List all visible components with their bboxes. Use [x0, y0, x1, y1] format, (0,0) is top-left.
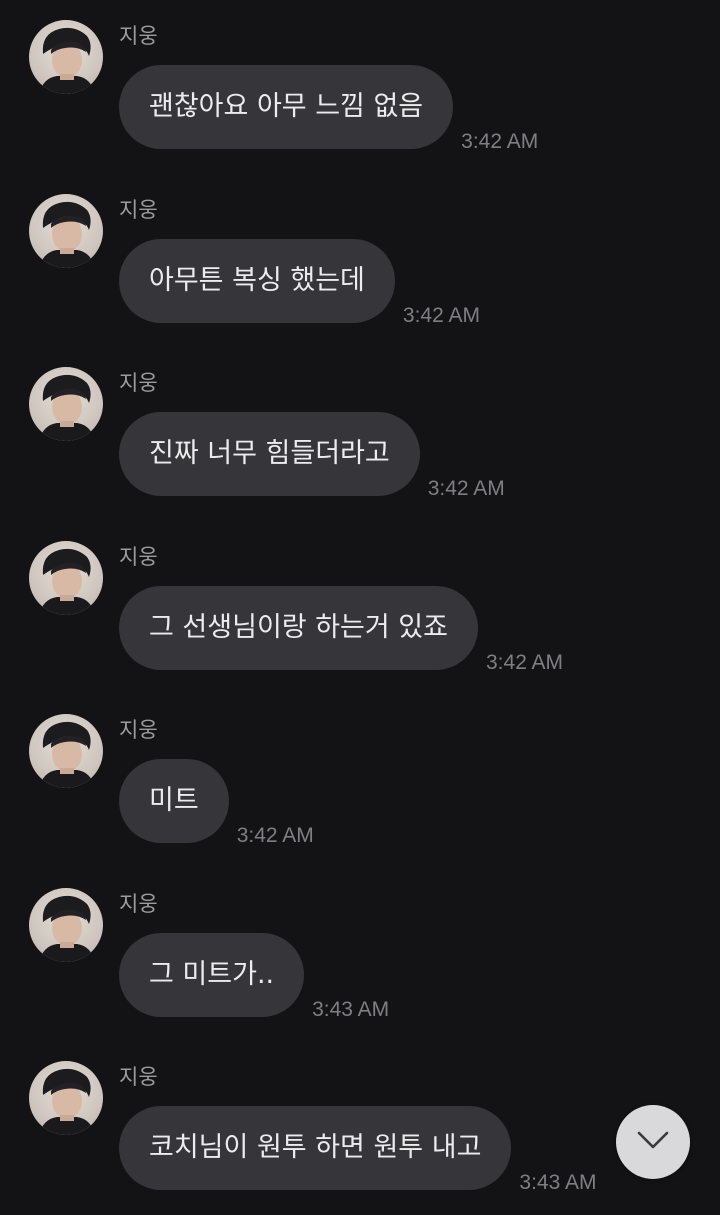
message-timestamp: 3:42 AM: [461, 130, 539, 153]
message-timestamp: 3:43 AM: [312, 998, 390, 1021]
avatar[interactable]: [29, 888, 103, 962]
avatar[interactable]: [29, 20, 103, 94]
message-row: 코치님이 원투 하면 원투 내고 3:43 AM: [119, 1106, 596, 1194]
message-group: 지웅 코치님이 원투 하면 원투 내고 3:43 AM: [0, 1041, 720, 1215]
message-group: 지웅 아무튼 복싱 했는데 3:42 AM: [0, 174, 720, 348]
message-group: 지웅 진짜 너무 힘들더라고 3:42 AM: [0, 347, 720, 521]
message-bubble[interactable]: 진짜 너무 힘들더라고: [119, 412, 420, 496]
scroll-to-bottom-button[interactable]: [616, 1105, 690, 1179]
message-timestamp: 3:43 AM: [519, 1171, 597, 1194]
message-group: 지웅 괜찮아요 아무 느낌 없음 3:42 AM: [0, 0, 720, 174]
avatar[interactable]: [29, 714, 103, 788]
message-group: 지웅 미트 3:42 AM: [0, 694, 720, 868]
message-bubble[interactable]: 그 선생님이랑 하는거 있죠: [119, 586, 478, 670]
message-timestamp: 3:42 AM: [236, 824, 314, 847]
sender-name: 지웅: [119, 371, 158, 395]
message-bubble[interactable]: 아무튼 복싱 했는데: [119, 239, 395, 323]
avatar[interactable]: [29, 541, 103, 615]
message-bubble[interactable]: 미트: [119, 759, 229, 843]
sender-name: 지웅: [119, 718, 158, 742]
sender-name: 지웅: [119, 198, 158, 222]
message-group: 지웅 그 미트가.. 3:43 AM: [0, 868, 720, 1042]
message-bubble[interactable]: 그 미트가..: [119, 933, 305, 1017]
message-timestamp: 3:42 AM: [402, 304, 480, 327]
message-timestamp: 3:42 AM: [427, 477, 505, 500]
message-bubble[interactable]: 괜찮아요 아무 느낌 없음: [119, 65, 454, 149]
message-row: 아무튼 복싱 했는데 3:42 AM: [119, 239, 480, 327]
message-row: 괜찮아요 아무 느낌 없음 3:42 AM: [119, 65, 538, 153]
sender-name: 지웅: [119, 545, 158, 569]
message-bubble[interactable]: 코치님이 원투 하면 원투 내고: [119, 1106, 512, 1190]
message-timestamp: 3:42 AM: [486, 651, 564, 674]
sender-name: 지웅: [119, 892, 158, 916]
avatar[interactable]: [29, 1061, 103, 1135]
chevron-down-icon: [636, 1130, 670, 1154]
message-row: 그 미트가.. 3:43 AM: [119, 933, 389, 1021]
message-row: 미트 3:42 AM: [119, 759, 314, 847]
avatar[interactable]: [29, 194, 103, 268]
chat-message-list[interactable]: 지웅 괜찮아요 아무 느낌 없음 3:42 AM 지웅 아무튼 복싱 했는데 3…: [0, 0, 720, 1199]
avatar[interactable]: [29, 367, 103, 441]
sender-name: 지웅: [119, 24, 158, 48]
message-row: 그 선생님이랑 하는거 있죠 3:42 AM: [119, 586, 563, 674]
message-row: 진짜 너무 힘들더라고 3:42 AM: [119, 412, 505, 500]
message-group: 지웅 그 선생님이랑 하는거 있죠 3:42 AM: [0, 521, 720, 695]
sender-name: 지웅: [119, 1065, 158, 1089]
